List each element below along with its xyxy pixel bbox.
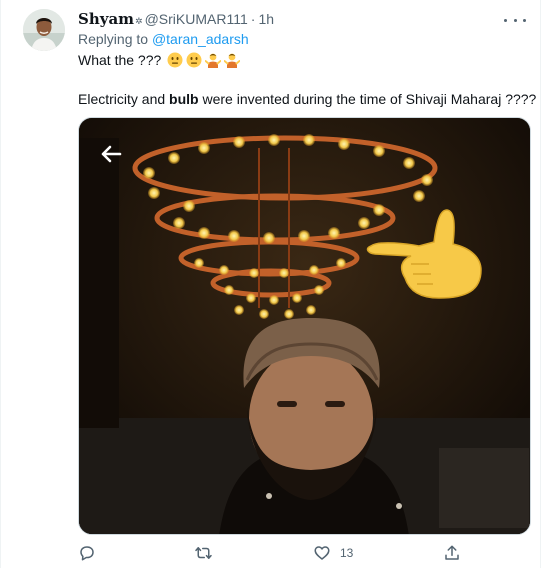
user-handle[interactable]: @SriKUMAR111 xyxy=(145,11,248,27)
replying-to: Replying to @taran_adarsh xyxy=(78,31,249,47)
like-button[interactable]: 13 xyxy=(313,543,353,563)
tweet-actions-bar: 13 xyxy=(78,543,531,563)
tweet-timestamp[interactable]: 1h xyxy=(258,11,274,27)
neutral-face-emoji-icon xyxy=(186,52,202,68)
tweet-card[interactable]: Shyam ✲ @SriKUMAR111 · 1h Replying to @t… xyxy=(0,0,541,568)
tweet-text-part: Electricity and xyxy=(78,91,170,107)
replying-to-handle-link[interactable]: @taran_adarsh xyxy=(152,31,249,47)
back-arrow-icon[interactable] xyxy=(96,139,126,169)
person-shrugging-emoji-icon xyxy=(224,53,241,68)
separator-dot: · xyxy=(250,11,256,27)
tweet-media-image[interactable] xyxy=(78,117,531,535)
replying-to-label: Replying to xyxy=(78,31,152,47)
name-badge-icon: ✲ xyxy=(135,16,143,26)
tweet-text-line-1: What the ??? xyxy=(78,52,241,68)
avatar-image xyxy=(23,9,65,51)
tweet-text-bold: bulb xyxy=(169,91,199,107)
more-options-icon[interactable] xyxy=(504,12,526,28)
reply-button[interactable] xyxy=(78,543,105,563)
share-button[interactable] xyxy=(443,543,470,563)
display-name[interactable]: Shyam xyxy=(78,10,134,28)
share-icon xyxy=(445,545,459,560)
chandelier-scene-image xyxy=(79,118,530,534)
tweet-text-part: were invented during the time of Shivaji… xyxy=(198,91,537,107)
avatar[interactable] xyxy=(23,9,65,51)
retweet-icon xyxy=(195,547,212,559)
person-shrugging-emoji-icon xyxy=(205,53,222,68)
tweet-text-line-2: Electricity and bulb were invented durin… xyxy=(78,91,536,107)
retweet-button[interactable] xyxy=(194,543,222,563)
reply-icon xyxy=(80,546,94,561)
like-count: 13 xyxy=(340,546,354,560)
neutral-face-emoji-icon xyxy=(167,52,183,68)
tweet-text: What the ??? xyxy=(78,52,162,68)
heart-icon xyxy=(314,546,330,560)
tweet-header: Shyam ✲ @SriKUMAR111 · 1h xyxy=(78,10,274,30)
